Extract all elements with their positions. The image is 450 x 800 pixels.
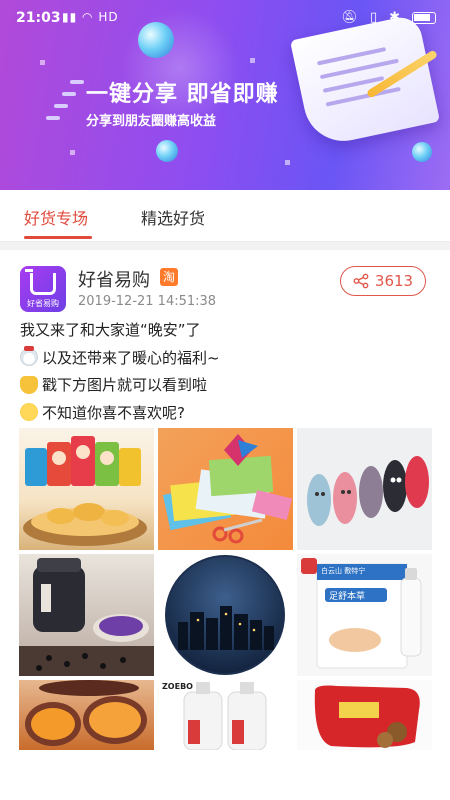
black-bean-jar-product-image[interactable]: [19, 554, 154, 676]
origami-paper-product-image[interactable]: [158, 428, 293, 550]
banner-sparkle: [285, 160, 290, 165]
post-card: 好省易购 好省易购 淘 2019-12-21 14:51:38 3613 我又来…: [0, 250, 450, 800]
share-button[interactable]: 3613: [340, 266, 426, 296]
chips-product-image[interactable]: [19, 428, 154, 550]
post-line: 不知道你喜不喜欢呢?: [20, 399, 430, 427]
post-line: 以及还带来了暖心的福利~: [20, 344, 430, 372]
post-line-text: 我又来了和大家道“晚安”了: [20, 321, 201, 340]
banner-sparkle: [70, 150, 75, 155]
bluetooth-icon: ✱: [389, 10, 400, 25]
sweet-potato-product-image[interactable]: [19, 680, 154, 750]
signal-icon: ▮▮: [62, 10, 78, 24]
tab-bar: 好货专场 精选好货: [0, 190, 450, 242]
share-count: 3613: [374, 272, 414, 290]
tab-good-deals[interactable]: 好货专场: [24, 205, 88, 229]
avatar-logo-text: 好省易购: [27, 299, 59, 308]
post-text: 我又来了和大家道“晚安”了 以及还带来了暖心的福利~ 戳下方图片就可以看到啦 不…: [20, 316, 430, 426]
post-line: 戳下方图片就可以看到啦: [20, 371, 430, 399]
battery-icon: [412, 11, 436, 24]
tab-selected-goods[interactable]: 精选好货: [141, 205, 205, 229]
vibrate-icon: ▯: [369, 10, 378, 25]
foot-cream-name-text: 足舒本草: [329, 592, 366, 602]
shampoo-brand-text: ZOEBO: [162, 682, 193, 691]
post-timestamp: 2019-12-21 14:51:38: [78, 294, 217, 309]
banner-sparkle: [250, 58, 255, 63]
share-icon: [353, 273, 369, 289]
night-city-picture-product-image[interactable]: [158, 554, 293, 676]
dried-tofu-snack-product-image[interactable]: [297, 680, 432, 750]
status-right-icons: 🔕︎ ▯ ✱: [341, 10, 436, 25]
foot-cream-product-image[interactable]: 白云山 敷特宁 足舒本草: [297, 554, 432, 676]
status-network: ▮▮ ◠ HD: [62, 10, 119, 24]
post-line-text: 不知道你喜不喜欢呢?: [42, 403, 185, 422]
status-time: 21:03: [16, 10, 61, 26]
slippers-product-image[interactable]: [297, 428, 432, 550]
banner-sparkle: [40, 60, 45, 65]
post-line-text: 以及还带来了暖心的福利~: [42, 348, 220, 367]
pointing-down-icon: [20, 375, 38, 394]
snowman-icon: [20, 346, 38, 367]
wifi-icon: ◠: [82, 10, 94, 24]
shopping-cart-icon: [25, 269, 56, 295]
network-label: HD: [98, 10, 119, 24]
shampoo-bottles-product-image[interactable]: ZOEBO: [158, 680, 293, 750]
taobao-badge: 淘: [160, 268, 178, 286]
post-line: 我又来了和大家道“晚安”了: [20, 316, 430, 344]
banner-stairs-decoration: [44, 76, 84, 136]
banner-orb-decoration: [156, 140, 178, 162]
post-line-text: 戳下方图片就可以看到啦: [42, 376, 208, 395]
shop-avatar[interactable]: 好省易购: [20, 266, 66, 312]
banner-subtitle: 分享到朋友圈赚高收益: [86, 114, 217, 129]
banner-orb-decoration: [412, 142, 432, 162]
shop-name[interactable]: 好省易购: [78, 266, 150, 292]
foot-cream-brand-text: 白云山 敷特宁: [321, 567, 366, 575]
banner-title: 一键分享 即省即赚: [86, 82, 279, 107]
mute-icon: 🔕︎: [341, 10, 358, 25]
active-tab-indicator: [24, 236, 92, 239]
wink-face-icon: [20, 403, 38, 422]
status-bar: 21:03 ▮▮ ◠ HD 🔕︎ ▯ ✱: [0, 0, 450, 36]
